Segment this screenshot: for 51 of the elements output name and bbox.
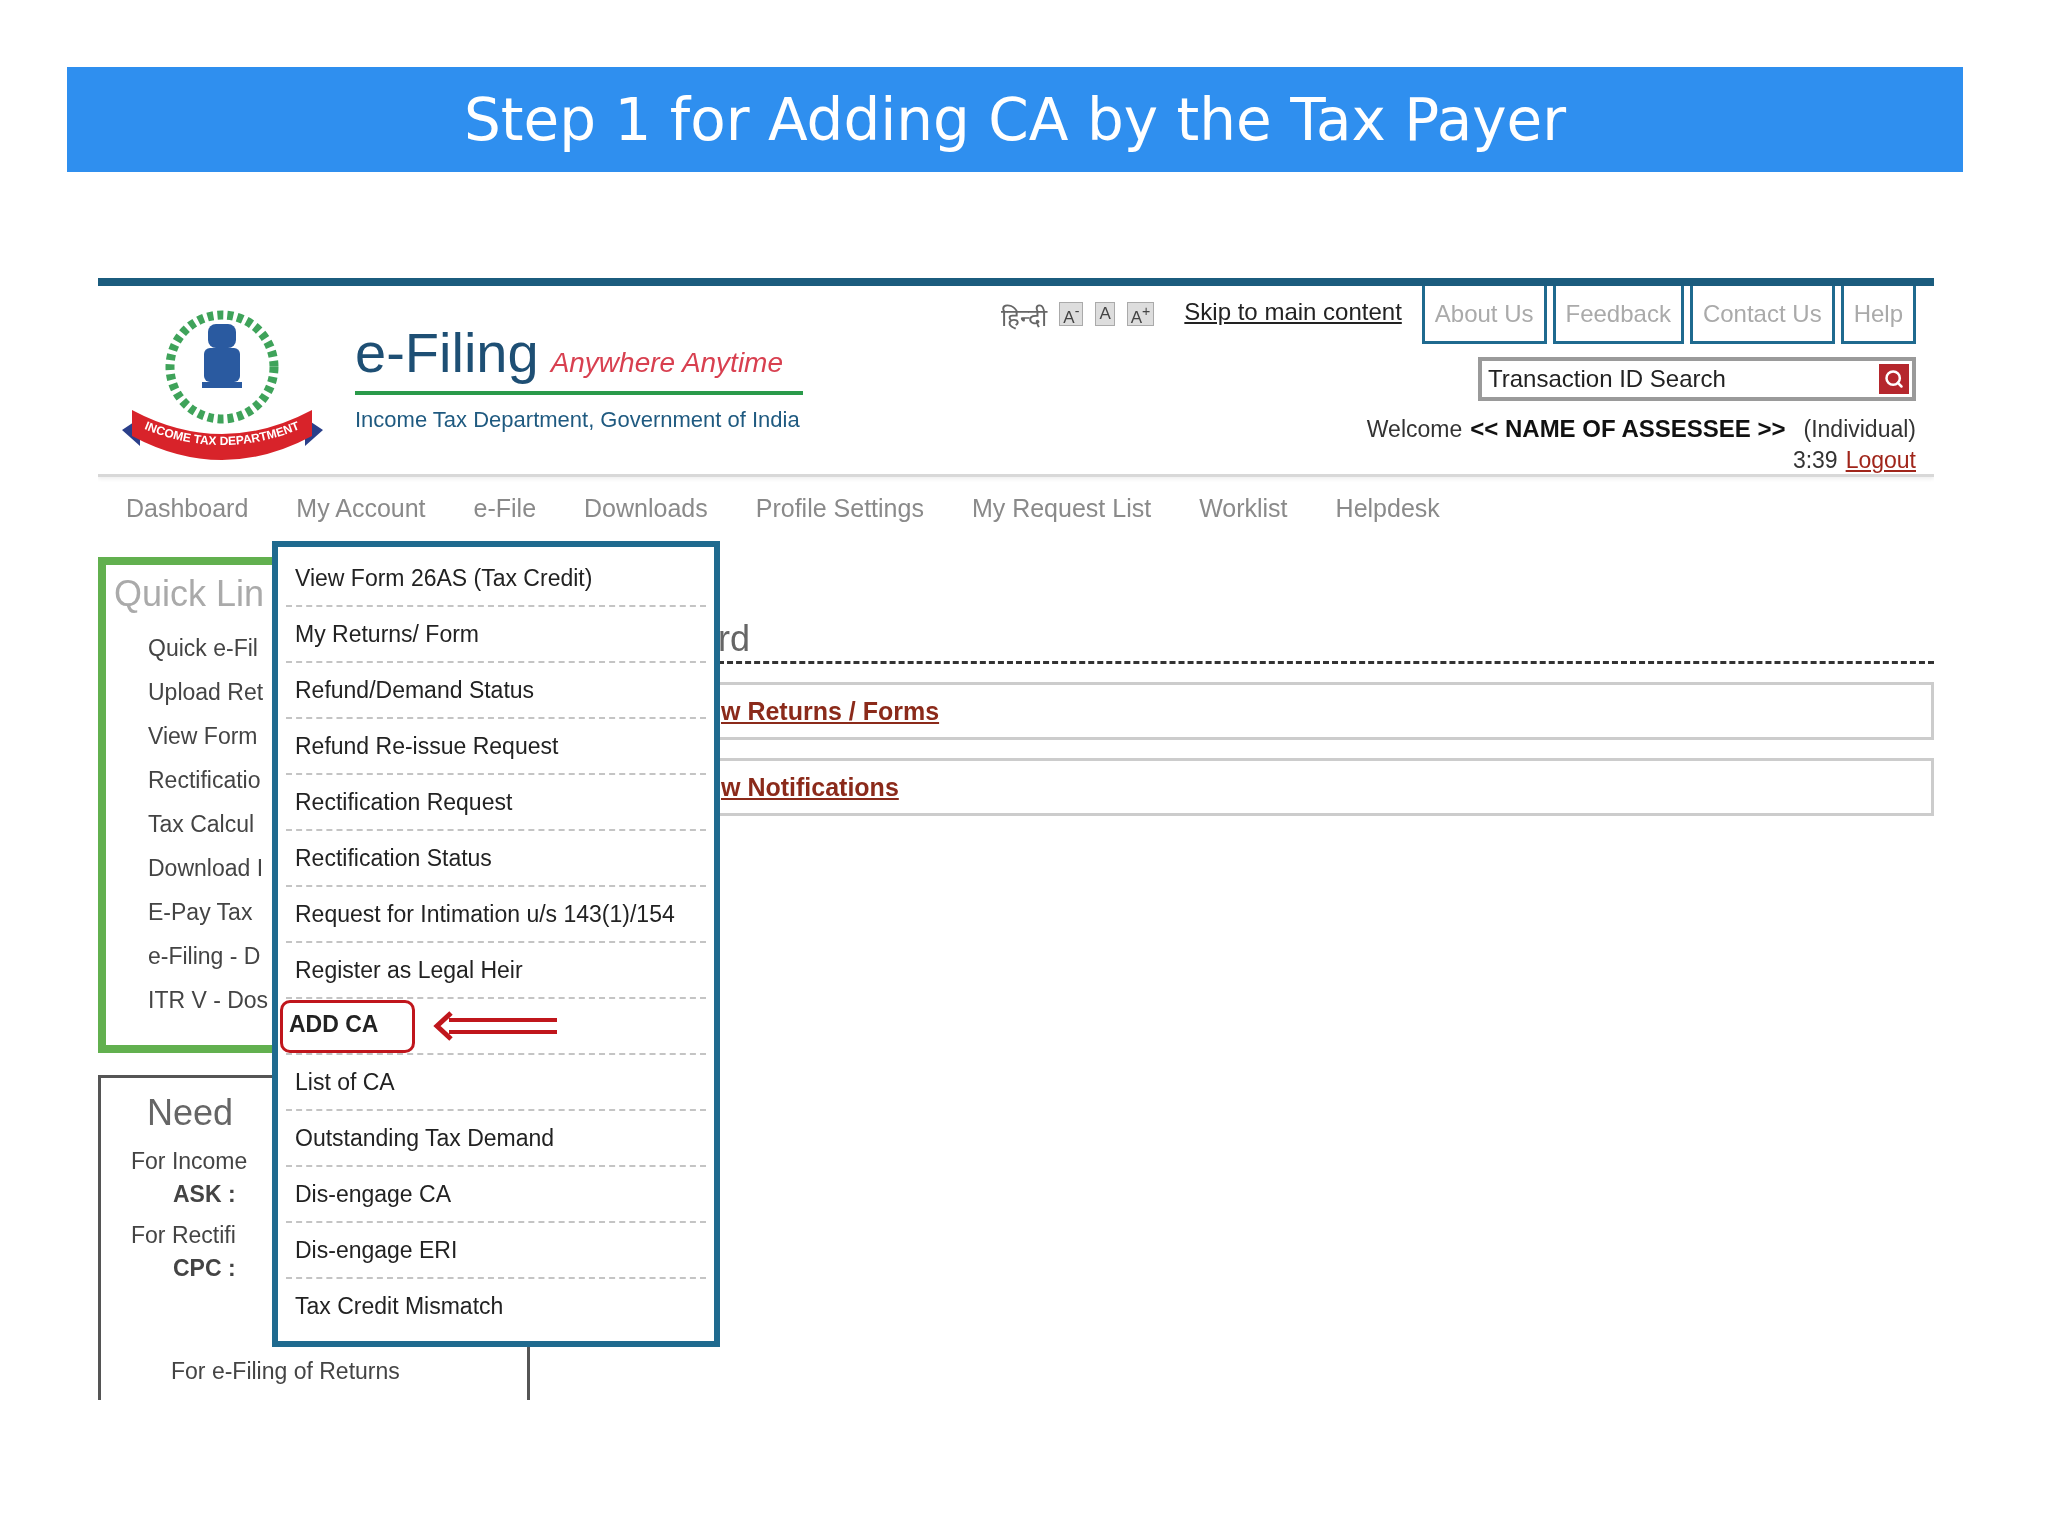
menu-item[interactable]: Refund/Demand Status (286, 673, 538, 707)
menu-item[interactable]: Rectification Request (286, 785, 516, 819)
menu-item[interactable]: Refund Re-issue Request (286, 729, 562, 763)
search-icon (1884, 369, 1904, 389)
language-link[interactable]: हिन्दी (1001, 300, 1048, 333)
menu-item[interactable]: List of CA (286, 1065, 398, 1099)
welcome-label: Welcome (1366, 416, 1463, 443)
left-arrow-icon (433, 1011, 560, 1041)
session-time: 3:39 (1792, 447, 1838, 474)
menu-item[interactable]: Tax Credit Mismatch (286, 1289, 507, 1323)
quick-link[interactable]: Tax Calcul (148, 811, 255, 838)
help-text: CPC : (173, 1255, 236, 1282)
section-heading: rd (718, 621, 751, 657)
menu-item[interactable]: Rectification Status (286, 841, 495, 875)
menu-item[interactable]: Request for Intimation u/s 143(1)/154 (286, 897, 678, 931)
help-text: For Income (131, 1148, 248, 1175)
quick-link[interactable]: E-Pay Tax (148, 899, 253, 926)
panel-title: Quick Lin (114, 573, 265, 615)
search-field[interactable]: Transaction ID Search (1478, 357, 1916, 401)
font-size-button[interactable]: A (1095, 302, 1115, 326)
subtitle: Income Tax Department, Government of India (355, 407, 801, 433)
dashboard-link[interactable]: w Notifications (721, 772, 899, 802)
tagline: Anywhere Anytime (550, 347, 784, 379)
menu-item[interactable]: ADD CA (280, 999, 416, 1053)
user-name: << NAME OF ASSESSEE >> (1470, 415, 1786, 443)
search-button[interactable] (1879, 364, 1909, 394)
help-text: ASK : (173, 1181, 236, 1208)
help-text: For Rectifi (131, 1222, 236, 1249)
font-size-button[interactable]: A$^{-}$ (1059, 302, 1084, 326)
menu-item[interactable]: View Form 26AS (Tax Credit) (286, 561, 596, 595)
brand-name: e-Filing (355, 320, 539, 385)
help-text: For e-Filing of Returns (171, 1358, 400, 1385)
skip-link[interactable]: Skip to main content (1184, 298, 1402, 326)
menu-item[interactable]: Outstanding Tax Demand (286, 1121, 558, 1155)
logout-link[interactable]: Logout (1845, 447, 1916, 474)
quick-link[interactable]: Upload Ret (148, 679, 264, 706)
menu-item[interactable]: Register as Legal Heir (286, 953, 526, 987)
menu-item[interactable]: My Returns/ Form (286, 617, 483, 651)
menu-item[interactable]: Dis-engage ERI (286, 1233, 461, 1267)
menu-item[interactable]: Dis-engage CA (286, 1177, 454, 1211)
quick-link[interactable]: Rectificatio (148, 767, 261, 794)
quick-link[interactable]: e-Filing - D (148, 943, 261, 970)
quick-link[interactable]: ITR V - Dos (148, 987, 269, 1014)
panel-title: Need (147, 1092, 234, 1134)
user-role: (Individual) (1803, 416, 1916, 443)
quick-link[interactable]: Quick e-Fil (148, 635, 258, 662)
dashboard-link[interactable]: w Returns / Forms (721, 696, 940, 726)
slide-title: Step 1 for Adding CA by the Tax Payer (463, 85, 1567, 154)
font-size-button[interactable]: A$^{+}$ (1126, 302, 1155, 326)
quick-link[interactable]: Download I (148, 855, 264, 882)
quick-link[interactable]: View Form (148, 723, 258, 750)
